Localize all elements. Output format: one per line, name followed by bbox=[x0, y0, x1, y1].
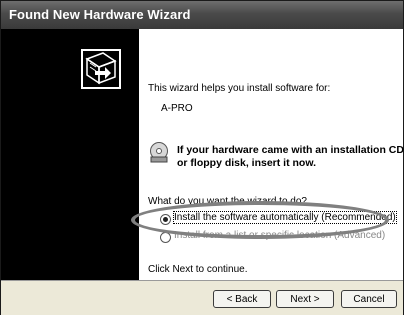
cancel-button[interactable]: Cancel bbox=[341, 290, 397, 308]
back-button[interactable]: < Back bbox=[213, 290, 271, 308]
cd-drive-icon bbox=[150, 142, 168, 163]
intro-text: This wizard helps you install software f… bbox=[148, 83, 331, 94]
hardware-wizard-icon bbox=[81, 49, 121, 89]
cd-prompt-line2: or floppy disk, insert it now. bbox=[177, 157, 317, 169]
continue-hint: Click Next to continue. bbox=[148, 264, 248, 275]
annotation-ellipse bbox=[131, 201, 389, 239]
wizard-content: This wizard helps you install software f… bbox=[139, 29, 404, 280]
cd-prompt-line1: If your hardware came with an installati… bbox=[177, 144, 404, 156]
button-bar: < Back Next > Cancel bbox=[1, 280, 403, 315]
device-name: A-PRO bbox=[161, 103, 193, 114]
title-bar[interactable]: Found New Hardware Wizard bbox=[1, 1, 403, 29]
wizard-side-panel bbox=[1, 29, 139, 280]
next-button[interactable]: Next > bbox=[276, 290, 334, 308]
wizard-window: Found New Hardware Wizard This wizard he… bbox=[0, 0, 404, 315]
window-title: Found New Hardware Wizard bbox=[9, 7, 191, 22]
